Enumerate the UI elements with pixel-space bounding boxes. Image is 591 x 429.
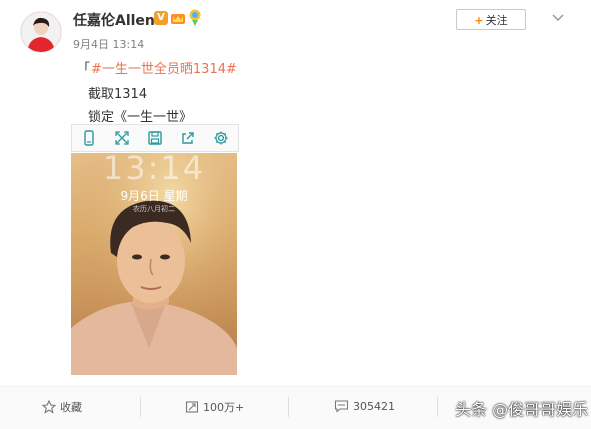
repost-icon bbox=[185, 401, 199, 413]
footer-divider bbox=[140, 397, 141, 417]
star-icon bbox=[42, 400, 56, 414]
post-image[interactable]: 13:14 9月6日 星期 农历八月初二 bbox=[71, 153, 237, 375]
hashtag-bracket: 「 bbox=[77, 62, 91, 77]
save-icon[interactable] bbox=[146, 129, 164, 147]
post-text-line-2: 锁定《一生一世》 bbox=[88, 110, 193, 125]
avatar-portrait bbox=[21, 12, 61, 52]
lockscreen-lunar-date: 农历八月初二 bbox=[133, 205, 175, 213]
follow-label: 关注 bbox=[485, 14, 508, 27]
image-toolbar bbox=[71, 124, 239, 152]
phone-icon[interactable] bbox=[80, 129, 98, 147]
favorite-button[interactable]: 收藏 bbox=[42, 399, 82, 415]
chevron-down-icon[interactable] bbox=[548, 7, 568, 27]
settings-icon[interactable] bbox=[212, 129, 230, 147]
vip-crown-icon bbox=[171, 14, 185, 24]
watermark: 头条 @俊哥哥娱乐 bbox=[455, 400, 589, 419]
avatar[interactable] bbox=[20, 11, 62, 53]
comment-button[interactable]: 305421 bbox=[334, 399, 395, 413]
lockscreen-date: 9月6日 星期 bbox=[120, 189, 188, 203]
post-time[interactable]: 9月4日 13:14 bbox=[73, 36, 144, 52]
comment-icon bbox=[334, 400, 349, 413]
post-text-line-1: 截取1314 bbox=[88, 87, 148, 102]
footer-divider bbox=[437, 397, 438, 417]
favorite-label: 收藏 bbox=[60, 401, 82, 414]
comment-count: 305421 bbox=[353, 399, 395, 413]
follow-plus-icon: + bbox=[474, 14, 484, 27]
repost-count: 100万+ bbox=[203, 401, 245, 414]
expand-icon[interactable] bbox=[113, 129, 131, 147]
footer-divider bbox=[288, 397, 289, 417]
hashtag-link[interactable]: #一生一世全员晒1314# bbox=[91, 62, 237, 77]
fan-badge-icon bbox=[189, 9, 201, 26]
user-name[interactable]: 任嘉伦Allen bbox=[73, 10, 155, 30]
repost-button[interactable]: 100万+ bbox=[185, 399, 244, 415]
hashtag-line: 「#一生一世全员晒1314# bbox=[77, 58, 237, 77]
verified-icon: V bbox=[154, 11, 168, 25]
follow-button[interactable]: + 关注 bbox=[456, 9, 526, 30]
lockscreen-time: 13:14 bbox=[102, 153, 206, 187]
share-icon[interactable] bbox=[179, 129, 197, 147]
